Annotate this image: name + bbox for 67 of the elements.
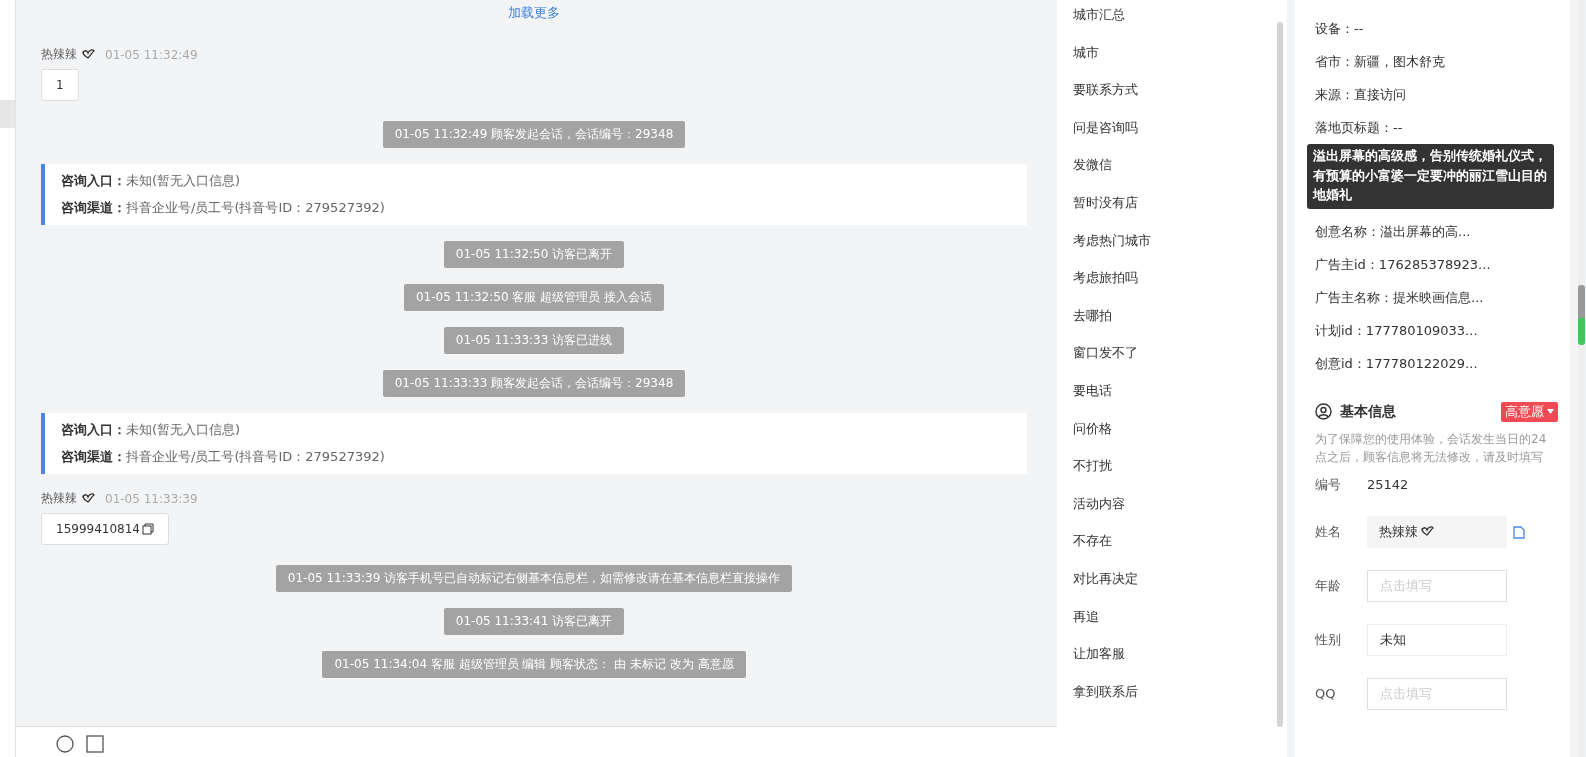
select-field[interactable]: 未知 bbox=[1367, 623, 1507, 656]
system-message: 01-05 11:33:33 顾客发起会话，会话编号：29348 bbox=[382, 370, 686, 397]
quick-reply-item[interactable]: 问是咨询吗 bbox=[1073, 118, 1277, 157]
message-bubble: 1 bbox=[41, 69, 79, 101]
info-row-text: 省市：新疆，图木舒克 bbox=[1315, 53, 1446, 71]
system-message: 01-05 11:32:49 顾客发起会话，会话编号：29348 bbox=[382, 121, 686, 148]
entry-line: 咨询入口：未知(暂无入口信息) bbox=[61, 421, 242, 439]
info-row-text: 来源：直接访问 bbox=[1315, 86, 1407, 104]
field-label: 姓名 bbox=[1315, 522, 1342, 541]
quick-reply-item[interactable]: 不存在 bbox=[1073, 532, 1277, 570]
copy-icon[interactable] bbox=[142, 523, 154, 535]
info-row-text: 落地页标题：-- bbox=[1315, 119, 1404, 137]
tooltip: 溢出屏幕的高级感，告别传统婚礼仪式，有预算的小富婆一定要冲的丽江雪山目的地婚礼 bbox=[1307, 144, 1554, 209]
emoji-icon[interactable] bbox=[56, 735, 74, 753]
info-row-text: 广告主id：176285378923... bbox=[1315, 255, 1492, 274]
quick-reply-item[interactable]: 要电话 bbox=[1073, 381, 1277, 420]
info-row-text: 创意名称：溢出屏幕的高... bbox=[1315, 222, 1472, 241]
quick-reply-item[interactable]: 问价格 bbox=[1073, 419, 1277, 458]
user-icon bbox=[1315, 403, 1332, 420]
load-more-link[interactable]: 加载更多 bbox=[508, 4, 560, 22]
message-time: 01-05 11:32:49 bbox=[105, 47, 198, 62]
info-row-text: 设备：-- bbox=[1315, 20, 1365, 38]
image-icon[interactable] bbox=[86, 735, 104, 753]
name-field[interactable]: 热辣辣 bbox=[1367, 515, 1507, 548]
quick-reply-item[interactable]: 不打扰 bbox=[1073, 457, 1277, 495]
quick-reply-item[interactable]: 再追 bbox=[1073, 607, 1277, 646]
field-label: 年龄 bbox=[1315, 576, 1342, 595]
message-time: 01-05 11:33:39 bbox=[105, 491, 198, 506]
quick-reply-item[interactable]: 发微信 bbox=[1073, 156, 1277, 194]
quick-reply-item[interactable]: 考虑旅拍吗 bbox=[1073, 269, 1277, 307]
system-message: 01-05 11:33:33 访客已进线 bbox=[443, 327, 625, 354]
quick-reply-item[interactable]: 暂时没有店 bbox=[1073, 193, 1277, 232]
scrollbar[interactable] bbox=[1277, 22, 1283, 727]
field-value: 25142 bbox=[1367, 477, 1409, 492]
copy-icon[interactable] bbox=[1513, 524, 1525, 539]
system-message: 01-05 11:34:04 客服 超级管理员 编辑 顾客状态： 由 未标记 改为 高意愿 bbox=[322, 651, 746, 678]
quick-reply-item[interactable]: 城市汇总 bbox=[1073, 6, 1277, 44]
system-message: 01-05 11:32:50 访客已离开 bbox=[443, 241, 625, 268]
quick-reply-item[interactable]: 对比再决定 bbox=[1073, 569, 1277, 608]
info-row-text: 广告主名称：提米映画信息... bbox=[1315, 288, 1485, 307]
system-message: 01-05 11:32:50 客服 超级管理员 接入会话 bbox=[404, 284, 664, 311]
section-title: 基本信息 bbox=[1340, 402, 1397, 421]
field-label: 编号 bbox=[1315, 475, 1342, 494]
quick-reply-item[interactable]: 窗口发不了 bbox=[1073, 344, 1277, 382]
sender-name: 热辣辣 bbox=[41, 46, 77, 63]
caret-icon bbox=[1547, 409, 1554, 414]
system-message: 01-05 11:33:41 访客已离开 bbox=[443, 608, 625, 635]
quick-reply-item[interactable]: 去哪拍 bbox=[1073, 306, 1277, 345]
info-row-text: 计划id：177780109033... bbox=[1315, 321, 1479, 340]
quick-reply-item[interactable]: 考虑热门城市 bbox=[1073, 231, 1277, 270]
quick-reply-item[interactable]: 要联系方式 bbox=[1073, 81, 1277, 119]
quick-reply-item[interactable]: 活动内容 bbox=[1073, 494, 1277, 533]
system-message: 01-05 11:33:39 访客手机号已自动标记右侧基本信息栏，如需修改请在基本信息栏直接操作 bbox=[275, 565, 793, 592]
entry-line: 咨询渠道：抖音企业号/员工号(抖音号ID：279527392) bbox=[61, 448, 386, 466]
scrollbar-thumb[interactable] bbox=[1578, 285, 1585, 345]
quick-reply-item[interactable]: 城市 bbox=[1073, 43, 1277, 82]
status-dropdown[interactable]: 高意愿 bbox=[1501, 401, 1558, 422]
field-label: 性别 bbox=[1315, 630, 1342, 649]
info-row-text: 创意id：177780122029... bbox=[1315, 354, 1479, 373]
quick-reply-item[interactable]: 拿到联系后 bbox=[1073, 682, 1277, 721]
field-label: QQ bbox=[1315, 686, 1337, 701]
quick-reply-item[interactable]: 让加客服 bbox=[1073, 645, 1277, 683]
entry-line: 咨询渠道：抖音企业号/员工号(抖音号ID：279527392) bbox=[61, 199, 386, 217]
entry-line: 咨询入口：未知(暂无入口信息) bbox=[61, 172, 242, 190]
notice-text: 为了保障您的使用体验，会话发生当日的24点之后，顾客信息将无法修改，请及时填写 bbox=[1315, 430, 1548, 466]
message-bubble: 15999410814 bbox=[41, 513, 169, 545]
sender-name: 热辣辣 bbox=[41, 490, 77, 507]
